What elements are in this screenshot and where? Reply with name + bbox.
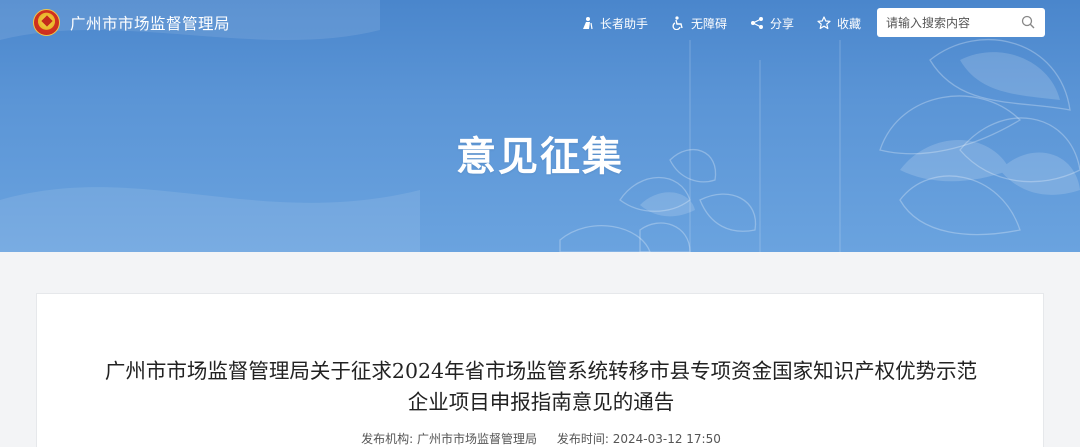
accessibility-button[interactable]: 无障碍 [671, 15, 727, 32]
share-button[interactable]: 分享 [750, 15, 794, 32]
search-icon[interactable] [1021, 15, 1035, 29]
share-icon [750, 16, 764, 30]
publish-time-info: 发布时间: 2024-03-12 17:50 [557, 432, 721, 446]
publisher-value: 广州市市场监督管理局 [417, 432, 538, 446]
national-emblem-icon [33, 9, 60, 36]
site-brand[interactable]: 广州市市场监督管理局 [33, 9, 230, 36]
article-card: 广州市市场监督管理局关于征求2024年省市场监管系统转移市县专项资金国家知识产权… [36, 293, 1044, 447]
star-icon [817, 16, 831, 30]
top-bar: 广州市市场监督管理局 长者助手 无障碍 分享 收藏 请输入搜索内容 [0, 0, 1080, 46]
toolbar: 长者助手 无障碍 分享 收藏 [580, 0, 884, 46]
favorite-label: 收藏 [837, 16, 862, 31]
elder-assistant-label: 长者助手 [600, 16, 649, 31]
elder-assistant-button[interactable]: 长者助手 [580, 15, 648, 32]
share-label: 分享 [770, 16, 795, 31]
publisher-label: 发布机构: [361, 432, 414, 446]
publish-time-value: 2024-03-12 17:50 [612, 432, 721, 446]
search-box [877, 8, 1045, 37]
article-meta: 发布机构: 广州市市场监督管理局 发布时间: 2024-03-12 17:50 [37, 430, 1045, 447]
accessibility-label: 无障碍 [691, 16, 728, 31]
favorite-button[interactable]: 收藏 [817, 15, 861, 32]
publisher-info: 发布机构: 广州市市场监督管理局 [361, 432, 537, 446]
site-name: 广州市市场监督管理局 [70, 14, 231, 33]
publish-time-label: 发布时间: [556, 432, 609, 446]
search-input[interactable] [886, 15, 1016, 30]
article-title: 广州市市场监督管理局关于征求2024年省市场监管系统转移市县专项资金国家知识产权… [104, 359, 978, 414]
elder-assistant-icon [580, 16, 594, 30]
banner: 广州市市场监督管理局 长者助手 无障碍 分享 收藏 请输入搜索内容 意见征集 [0, 0, 1080, 252]
page-title: 意见征集 [456, 134, 624, 180]
accessibility-icon [671, 16, 685, 30]
